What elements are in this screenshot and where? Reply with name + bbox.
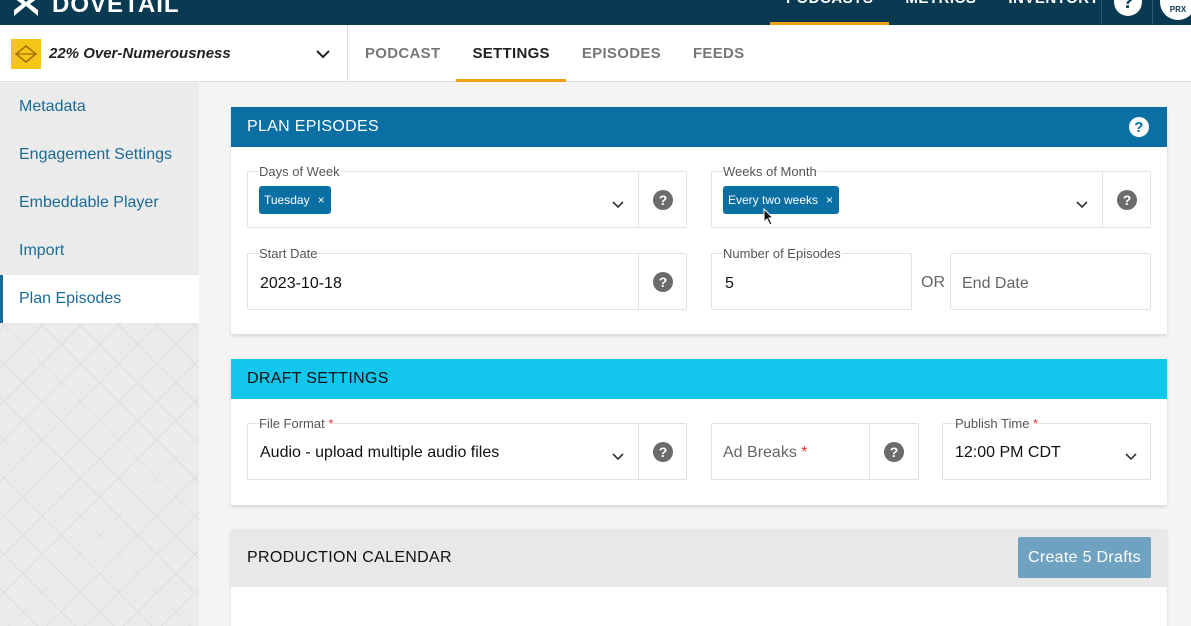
required-mark: * (328, 416, 334, 431)
start-date-label: Start Date (259, 246, 318, 261)
dovetail-logo-icon (10, 0, 42, 20)
help-box: ? (638, 172, 687, 227)
chevron-down-icon (316, 46, 330, 64)
sidebar-item-plan-episodes[interactable]: Plan Episodes (0, 275, 199, 323)
chevron-down-icon[interactable] (1076, 196, 1088, 214)
or-label: OR (921, 274, 945, 291)
start-date-value: 2023-10-18 (260, 275, 342, 292)
topnav-podcasts[interactable]: PODCASTS (770, 0, 890, 25)
production-calendar-card: PRODUCTION CALENDAR Create 5 Drafts (231, 529, 1167, 626)
app-name: DOVETAIL (52, 0, 180, 18)
app-logo[interactable]: DOVETAIL (10, 0, 180, 20)
publish-time-label: Publish Time * (955, 416, 1039, 431)
weeks-of-month-select[interactable]: Every two weeks × ? (711, 171, 1151, 228)
help-icon[interactable]: ? (653, 441, 673, 462)
card-header: PLAN EPISODES ? (231, 107, 1167, 147)
number-of-episodes-value: 5 (725, 275, 734, 292)
topnav-inventory[interactable]: INVENTORY (992, 0, 1115, 25)
chip-every-two-weeks: Every two weeks × (723, 186, 840, 214)
number-of-episodes-label: Number of Episodes (723, 246, 841, 261)
help-icon[interactable]: ? (1117, 189, 1137, 210)
chip-label: Tuesday (264, 193, 310, 207)
card-title: PRODUCTION CALENDAR (247, 549, 452, 566)
start-date-field[interactable]: 2023-10-18 ? (247, 253, 687, 310)
tab-settings[interactable]: SETTINGS (456, 25, 567, 82)
publish-time-value: 12:00 PM CDT (955, 444, 1061, 461)
publish-time-select[interactable]: 12:00 PM CDT (942, 423, 1151, 480)
sidebar-item-engagement-settings[interactable]: Engagement Settings (0, 131, 199, 179)
card-header: PRODUCTION CALENDAR Create 5 Drafts (231, 529, 1167, 587)
remove-chip-icon[interactable]: × (318, 193, 325, 207)
file-format-label-text: File Format (259, 416, 325, 431)
weeks-of-month-label: Weeks of Month (723, 164, 817, 179)
chevron-down-icon[interactable] (1125, 448, 1137, 466)
file-format-label: File Format * (259, 416, 334, 431)
required-mark: * (801, 444, 808, 461)
sidebar-item-import[interactable]: Import (0, 227, 199, 275)
plan-episodes-card: PLAN EPISODES ? Tuesday × ? Days of Week… (231, 107, 1167, 334)
tab-podcast[interactable]: PODCAST (349, 25, 456, 82)
days-of-week-select[interactable]: Tuesday × ? (247, 171, 687, 228)
help-icon[interactable]: ? (653, 271, 673, 292)
draft-settings-card: DRAFT SETTINGS Audio - upload multiple a… (231, 359, 1167, 505)
sidebar-item-metadata[interactable]: Metadata (0, 83, 199, 131)
podcast-thumbnail (11, 38, 41, 69)
days-of-week-label: Days of Week (259, 164, 340, 179)
file-format-value: Audio - upload multiple audio files (260, 444, 500, 461)
card-title: PLAN EPISODES (247, 118, 379, 135)
topnav-metrics[interactable]: METRICS (889, 0, 992, 25)
avatar[interactable]: PRX (1160, 0, 1191, 20)
divider (1101, 0, 1102, 25)
chip-tuesday: Tuesday × (259, 186, 331, 214)
create-drafts-button[interactable]: Create 5 Drafts (1018, 537, 1151, 578)
help-icon[interactable]: ? (653, 189, 673, 210)
card-header: DRAFT SETTINGS (231, 359, 1167, 399)
help-icon[interactable]: ? (884, 441, 904, 462)
tab-episodes[interactable]: EPISODES (566, 25, 677, 82)
help-box: ? (638, 424, 687, 479)
help-box: ? (638, 254, 687, 309)
settings-sidebar: Metadata Engagement Settings Embeddable … (0, 83, 199, 626)
number-of-episodes-input[interactable]: 5 (711, 253, 912, 310)
help-icon[interactable]: ? (1129, 117, 1149, 137)
publish-time-label-text: Publish Time (955, 416, 1030, 431)
mouse-cursor-icon (763, 207, 775, 231)
card-title: DRAFT SETTINGS (247, 370, 389, 387)
ad-breaks-input[interactable]: Ad Breaks * ? (711, 423, 919, 480)
podcast-selector[interactable]: 22% Over-Numerousness (0, 25, 348, 82)
help-box: ? (869, 424, 918, 479)
podcast-bar: 22% Over-Numerousness PODCAST SETTINGS E… (0, 25, 1191, 82)
tab-feeds[interactable]: FEEDS (677, 25, 761, 82)
podcast-name: 22% Over-Numerousness (49, 45, 231, 62)
chevron-down-icon[interactable] (612, 196, 624, 214)
help-box: ? (1102, 172, 1151, 227)
divider (1152, 0, 1153, 25)
end-date-field[interactable]: End Date (950, 253, 1151, 310)
top-navbar: DOVETAIL PODCASTS METRICS INVENTORY ? PR… (0, 0, 1191, 25)
remove-chip-icon[interactable]: × (826, 193, 833, 207)
chevron-down-icon[interactable] (612, 448, 624, 466)
sidebar-item-embeddable-player[interactable]: Embeddable Player (0, 179, 199, 227)
ad-breaks-placeholder: Ad Breaks * (723, 444, 808, 462)
required-mark: * (1033, 416, 1039, 431)
end-date-placeholder: End Date (962, 275, 1029, 292)
help-icon[interactable]: ? (1114, 0, 1142, 16)
chip-label: Every two weeks (728, 193, 819, 207)
ad-breaks-placeholder-text: Ad Breaks (723, 444, 797, 461)
file-format-select[interactable]: Audio - upload multiple audio files ? (247, 423, 687, 480)
